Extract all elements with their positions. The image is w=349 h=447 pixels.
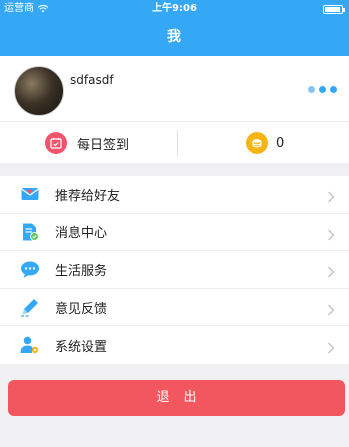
chevron-right-icon (327, 226, 335, 241)
chevron-right-icon (327, 263, 335, 278)
menu-label: 生活服务 (55, 263, 108, 279)
more-dots-icon[interactable] (308, 86, 337, 93)
profile-section[interactable]: sdfasdf (0, 56, 349, 121)
checkin-label: 每日签到 (77, 137, 130, 153)
username: sdfasdf (70, 73, 114, 87)
menu-label: 系统设置 (55, 339, 108, 355)
chevron-right-icon (327, 301, 335, 316)
checkin-button[interactable]: 每日签到 (45, 132, 129, 154)
battery-icon (323, 5, 345, 14)
menu-item-messages[interactable]: 消息中心 (0, 214, 349, 252)
chevron-right-icon (327, 339, 335, 354)
chat-bubble-icon (20, 259, 40, 279)
stats-row: 每日签到 0 (0, 121, 349, 163)
menu-label: 消息中心 (55, 226, 108, 242)
coins-icon (246, 132, 268, 154)
status-time: 上午9:06 (152, 3, 197, 14)
menu-item-life-services[interactable]: 生活服务 (0, 251, 349, 289)
page-title: 我 (167, 29, 182, 45)
avatar[interactable] (14, 66, 64, 116)
document-check-icon (20, 222, 40, 242)
menu-item-feedback[interactable]: 意见反馈 (0, 289, 349, 327)
calendar-check-icon (45, 132, 67, 154)
menu-item-recommend[interactable]: 推荐给好友 (0, 176, 349, 214)
envelope-heart-icon (20, 184, 40, 204)
chevron-right-icon (327, 188, 335, 203)
menu-item-settings[interactable]: 系统设置 (0, 326, 349, 364)
header: 运营商 上午9:06 我 (0, 0, 349, 56)
points-value: 0 (276, 135, 285, 151)
menu-label: 意见反馈 (55, 301, 108, 317)
user-settings-icon (20, 335, 40, 355)
stats-divider (177, 130, 178, 156)
status-bar: 运营商 上午9:06 (0, 0, 349, 18)
pencil-icon (20, 297, 40, 317)
menu-label: 推荐给好友 (55, 188, 121, 204)
menu-list: 推荐给好友 消息中心 生活服务 意见反馈 系统设置 (0, 176, 349, 364)
points-display[interactable]: 0 (246, 132, 284, 154)
logout-button[interactable]: 退出 (8, 380, 345, 416)
